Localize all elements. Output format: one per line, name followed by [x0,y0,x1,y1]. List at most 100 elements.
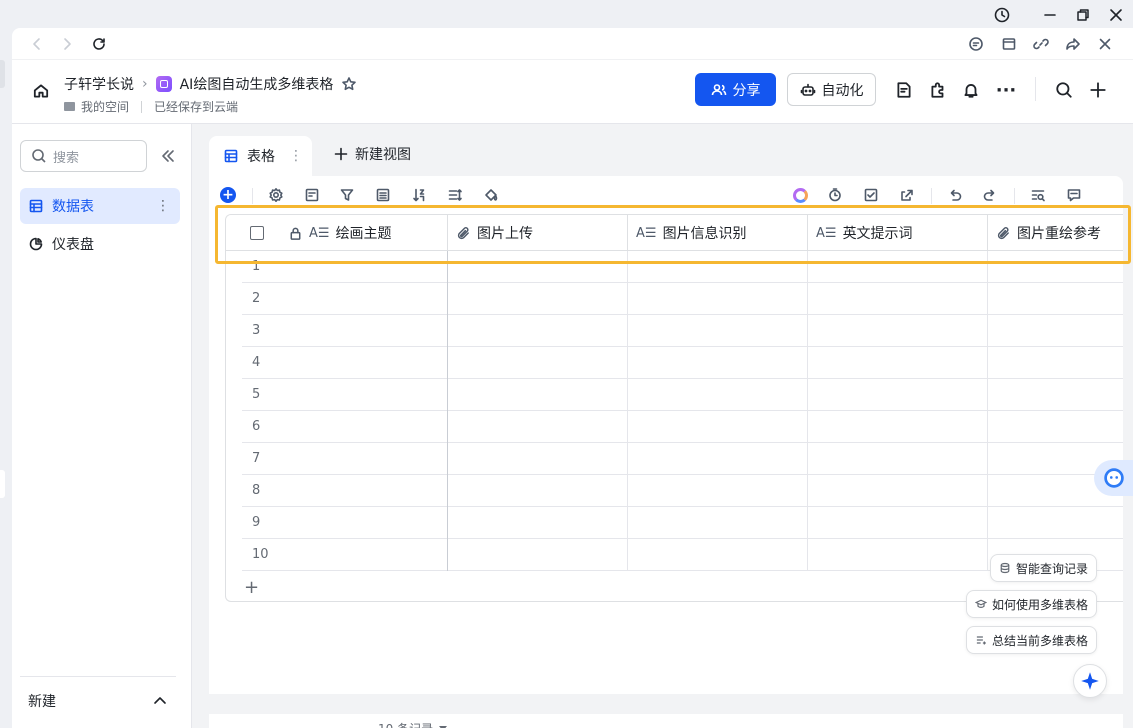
share-button[interactable]: 分享 [695,73,776,106]
redo-icon[interactable] [981,186,999,204]
settings-icon[interactable] [267,186,285,204]
window-icon[interactable] [1000,35,1018,53]
timer-icon[interactable] [826,186,844,204]
search-icon[interactable] [1055,81,1073,99]
row-number: 6 [252,419,261,434]
sidebar-search-input[interactable]: 搜索 [20,140,147,172]
row-height-icon[interactable] [446,186,464,204]
column-header[interactable]: 图片上传 [448,215,628,251]
link-icon[interactable] [1032,35,1050,53]
more-vertical-icon[interactable]: ⋮ [289,148,303,164]
ai-chip-query-records[interactable]: 智能查询记录 [990,554,1098,582]
refresh-icon[interactable] [90,35,108,53]
restore-icon[interactable] [1073,5,1093,25]
table-row[interactable]: 9 [242,507,1123,539]
forward-share-icon[interactable] [1064,35,1082,53]
add-row-icon[interactable]: + [244,577,259,598]
find-icon[interactable] [1029,186,1047,204]
row-number: 10 [252,547,269,562]
location-label[interactable]: 我的空间 [81,98,129,115]
undo-icon[interactable] [946,186,964,204]
share-label: 分享 [732,82,761,99]
filter-icon[interactable] [338,186,356,204]
forward-icon[interactable] [58,35,76,53]
chat-assistant-bubble[interactable] [1094,460,1133,496]
plugin-icon[interactable] [929,81,947,99]
dashboard-icon [28,236,44,252]
column-divider [987,251,988,571]
search-icon [32,149,46,163]
select-all-checkbox[interactable] [250,226,264,240]
comment-icon[interactable] [1065,186,1083,204]
left-edge-tab-2 [0,470,5,498]
sidebar-item-dashboard[interactable]: 仪表盘 [20,226,180,262]
close-window-icon[interactable] [1106,5,1126,25]
comment-icon[interactable] [967,35,985,53]
field-config-icon[interactable] [303,186,321,204]
ai-assistant-icon[interactable] [791,186,809,204]
back-icon[interactable] [28,35,46,53]
column-label: 绘画主题 [335,226,392,242]
history-icon[interactable] [992,5,1012,25]
ai-chip-how-to-use[interactable]: 如何使用多维表格 [966,590,1098,618]
collapse-sidebar-icon[interactable] [160,148,176,164]
breadcrumb-parent[interactable]: 子轩学长说 [64,74,134,94]
document-title[interactable]: AI绘图自动生成多维表格 [180,74,334,94]
sort-icon[interactable] [410,186,428,204]
graduation-icon [975,599,987,608]
tab-label: 表格 [247,149,275,165]
more-icon[interactable]: ··· [996,80,1017,101]
table-row[interactable]: 2 [242,283,1123,315]
row-number: 4 [252,355,261,370]
table-row[interactable]: 7 [242,443,1123,475]
column-header[interactable]: A☰ 绘画主题 [280,215,448,251]
attachment-icon [456,226,471,241]
table-row[interactable]: 1 [242,251,1123,283]
column-header[interactable]: 图片重绘参考 [988,215,1123,251]
paint-bucket-icon[interactable] [482,186,500,204]
close-tab-icon[interactable] [1096,35,1114,53]
new-label: 新建 [28,693,56,710]
more-vertical-icon[interactable]: ⋮ [156,198,170,214]
sidebar-new-button[interactable]: 新建 [20,676,176,724]
search-placeholder: 搜索 [53,150,80,166]
assistant-face-icon [1103,468,1124,488]
divider [1014,188,1015,204]
base-app-icon [155,76,172,92]
bell-icon[interactable] [962,81,980,99]
home-icon[interactable] [32,82,50,100]
add-record-icon[interactable]: + [219,186,237,204]
share-view-icon[interactable] [898,186,916,204]
divider [141,100,143,113]
chip-label: 总结当前多维表格 [992,633,1089,648]
record-count[interactable]: 10 条记录 [378,720,448,728]
star-icon[interactable] [341,76,357,92]
ai-chip-summarize[interactable]: 总结当前多维表格 [966,626,1098,654]
row-number: 3 [252,323,261,338]
automation-button[interactable]: 自动化 [787,73,876,106]
column-header[interactable]: A☰ 图片信息识别 [628,215,808,251]
browser-navbar [12,28,1133,60]
table-row[interactable]: 8 [242,475,1123,507]
sidebar-item-label: 仪表盘 [52,237,94,253]
left-edge-tab [0,60,5,88]
add-icon[interactable] [1089,81,1107,99]
table-row[interactable]: 3 [242,315,1123,347]
new-view-button[interactable]: 新建视图 [333,144,411,164]
tab-grid-view[interactable]: 表格 ⋮ [209,136,312,176]
table-row[interactable]: 5 [242,379,1123,411]
ai-sparkle-button[interactable] [1073,664,1107,698]
header-row: A☰ 绘画主题 图片上传 A☰ 图片信息识别 A☰ 英文提示词 图片重绘参考 [226,215,1123,251]
grid-footer [209,714,1123,728]
column-divider [807,251,808,571]
minimize-icon[interactable] [1040,5,1060,25]
doc-info-icon[interactable] [895,81,913,99]
save-status: 已经保存到云端 [154,100,239,114]
table-row[interactable]: 6 [242,411,1123,443]
table-row[interactable]: 4 [242,347,1123,379]
group-icon[interactable] [374,186,392,204]
sidebar-item-datatable[interactable]: 数据表 ⋮ [20,188,180,224]
form-check-icon[interactable] [862,186,880,204]
view-toolbar: + [209,176,1123,214]
column-header[interactable]: A☰ 英文提示词 [808,215,988,251]
